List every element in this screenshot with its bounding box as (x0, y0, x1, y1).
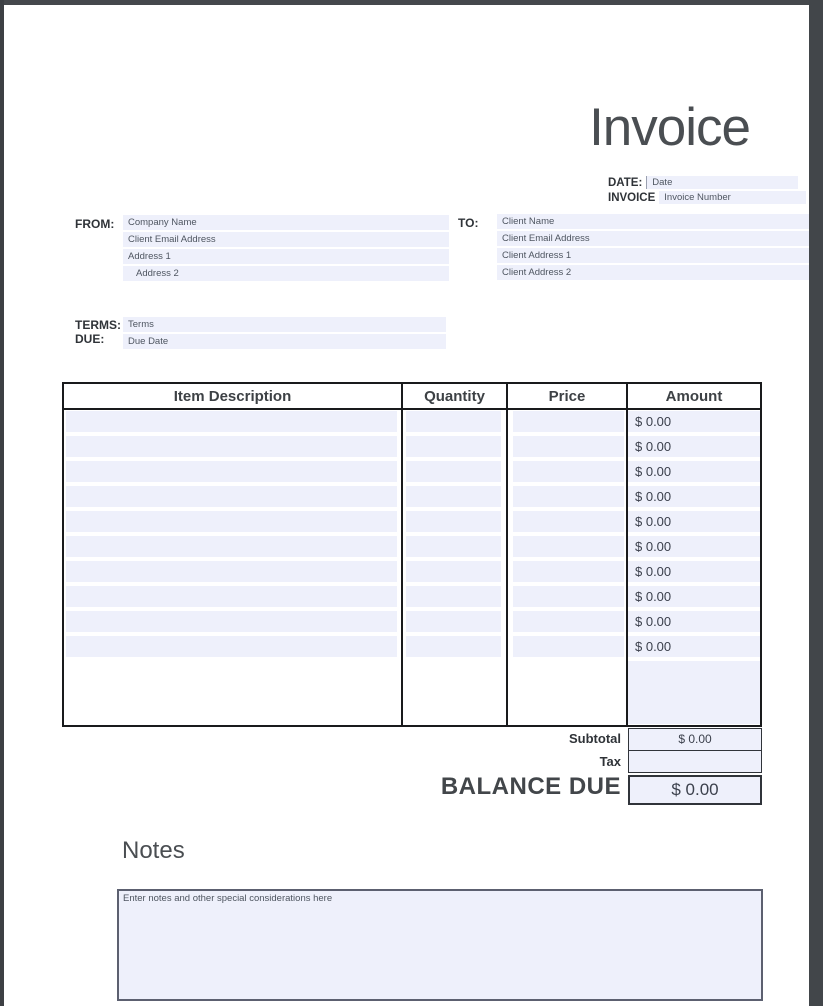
to-address2-input[interactable] (497, 265, 812, 280)
from-email-input[interactable] (123, 232, 449, 247)
price-input[interactable] (513, 611, 624, 632)
table-row (64, 410, 403, 435)
window-frame-top (0, 0, 823, 5)
item-description-input[interactable] (66, 461, 397, 482)
price-input[interactable] (513, 511, 624, 532)
quantity-input[interactable] (406, 586, 501, 607)
table-row (64, 610, 403, 635)
from-address2-input[interactable] (123, 266, 449, 281)
invoice-number-input[interactable] (659, 191, 806, 204)
terms-fields (123, 317, 446, 351)
due-label: DUE: (75, 332, 104, 346)
item-description-input[interactable] (66, 636, 397, 657)
item-description-input[interactable] (66, 536, 397, 557)
quantity-input[interactable] (406, 436, 501, 457)
price-input[interactable] (513, 536, 624, 557)
price-input[interactable] (513, 636, 624, 657)
from-fields (123, 215, 449, 283)
table-row (64, 485, 403, 510)
amount-value: $ 0.00 (628, 486, 760, 507)
from-address1-input[interactable] (123, 249, 449, 264)
quantity-input[interactable] (406, 461, 501, 482)
price-input[interactable] (513, 486, 624, 507)
quantity-input[interactable] (406, 636, 501, 657)
to-fields (497, 214, 812, 282)
table-row (64, 635, 403, 660)
price-input[interactable] (513, 436, 624, 457)
table-row (64, 560, 403, 585)
from-label: FROM: (75, 217, 114, 231)
amount-value: $ 0.00 (628, 411, 760, 432)
quantity-input[interactable] (406, 561, 501, 582)
item-description-input[interactable] (66, 436, 397, 457)
col-header-amount: Amount (628, 384, 760, 410)
invoice-template-page: Invoice DATE: INVOICE FROM: TO: TERMS: D… (0, 0, 823, 1006)
subtotal-label: Subtotal (569, 731, 621, 746)
amount-value: $ 0.00 (628, 436, 760, 457)
tax-label: Tax (600, 754, 621, 769)
col-header-item-description: Item Description (64, 384, 403, 410)
notes-textarea[interactable] (117, 889, 763, 1001)
invoice-number-row: INVOICE (608, 191, 806, 204)
subtotal-value-box: $ 0.00 (628, 728, 762, 751)
amount-value: $ 0.00 (628, 586, 760, 607)
table-row (64, 435, 403, 460)
to-client-name-input[interactable] (497, 214, 812, 229)
col-header-price: Price (508, 384, 628, 410)
date-row: DATE: (608, 176, 798, 189)
balance-due-label: BALANCE DUE (441, 773, 621, 801)
quantity-input[interactable] (406, 511, 501, 532)
amount-value: $ 0.00 (628, 461, 760, 482)
due-date-input[interactable] (123, 334, 446, 349)
amount-value: $ 0.00 (628, 611, 760, 632)
amount-value: $ 0.00 (628, 636, 760, 657)
item-description-input[interactable] (66, 486, 397, 507)
window-frame-right (809, 0, 823, 1006)
table-row (64, 510, 403, 535)
item-description-input[interactable] (66, 511, 397, 532)
to-address1-input[interactable] (497, 248, 812, 263)
price-input[interactable] (513, 586, 624, 607)
price-input[interactable] (513, 561, 624, 582)
window-frame-left (0, 0, 4, 1006)
item-description-input[interactable] (66, 561, 397, 582)
item-description-input[interactable] (66, 411, 397, 432)
table-row (64, 585, 403, 610)
col-header-quantity: Quantity (403, 384, 508, 410)
item-description-input[interactable] (66, 611, 397, 632)
item-description-input[interactable] (66, 586, 397, 607)
page-title: Invoice (589, 99, 750, 157)
from-company-name-input[interactable] (123, 215, 449, 230)
balance-due-value-box: $ 0.00 (628, 775, 762, 805)
to-label: TO: (458, 216, 478, 230)
terms-input[interactable] (123, 317, 446, 332)
quantity-input[interactable] (406, 411, 501, 432)
line-items-table: Item Description Quantity Price Amount $… (62, 382, 762, 727)
quantity-input[interactable] (406, 536, 501, 557)
table-filler (64, 660, 403, 725)
amount-value: $ 0.00 (628, 561, 760, 582)
date-input[interactable] (646, 176, 798, 189)
amount-column-filler (628, 661, 760, 724)
table-row (64, 535, 403, 560)
table-row (64, 460, 403, 485)
price-input[interactable] (513, 411, 624, 432)
amount-value: $ 0.00 (628, 511, 760, 532)
tax-input-box[interactable] (628, 750, 762, 773)
notes-heading: Notes (122, 837, 185, 865)
to-email-input[interactable] (497, 231, 812, 246)
invoice-number-label: INVOICE (608, 192, 655, 204)
price-input[interactable] (513, 461, 624, 482)
terms-label: TERMS: (75, 318, 121, 332)
quantity-input[interactable] (406, 611, 501, 632)
quantity-input[interactable] (406, 486, 501, 507)
amount-value: $ 0.00 (628, 536, 760, 557)
date-label: DATE: (608, 177, 642, 189)
